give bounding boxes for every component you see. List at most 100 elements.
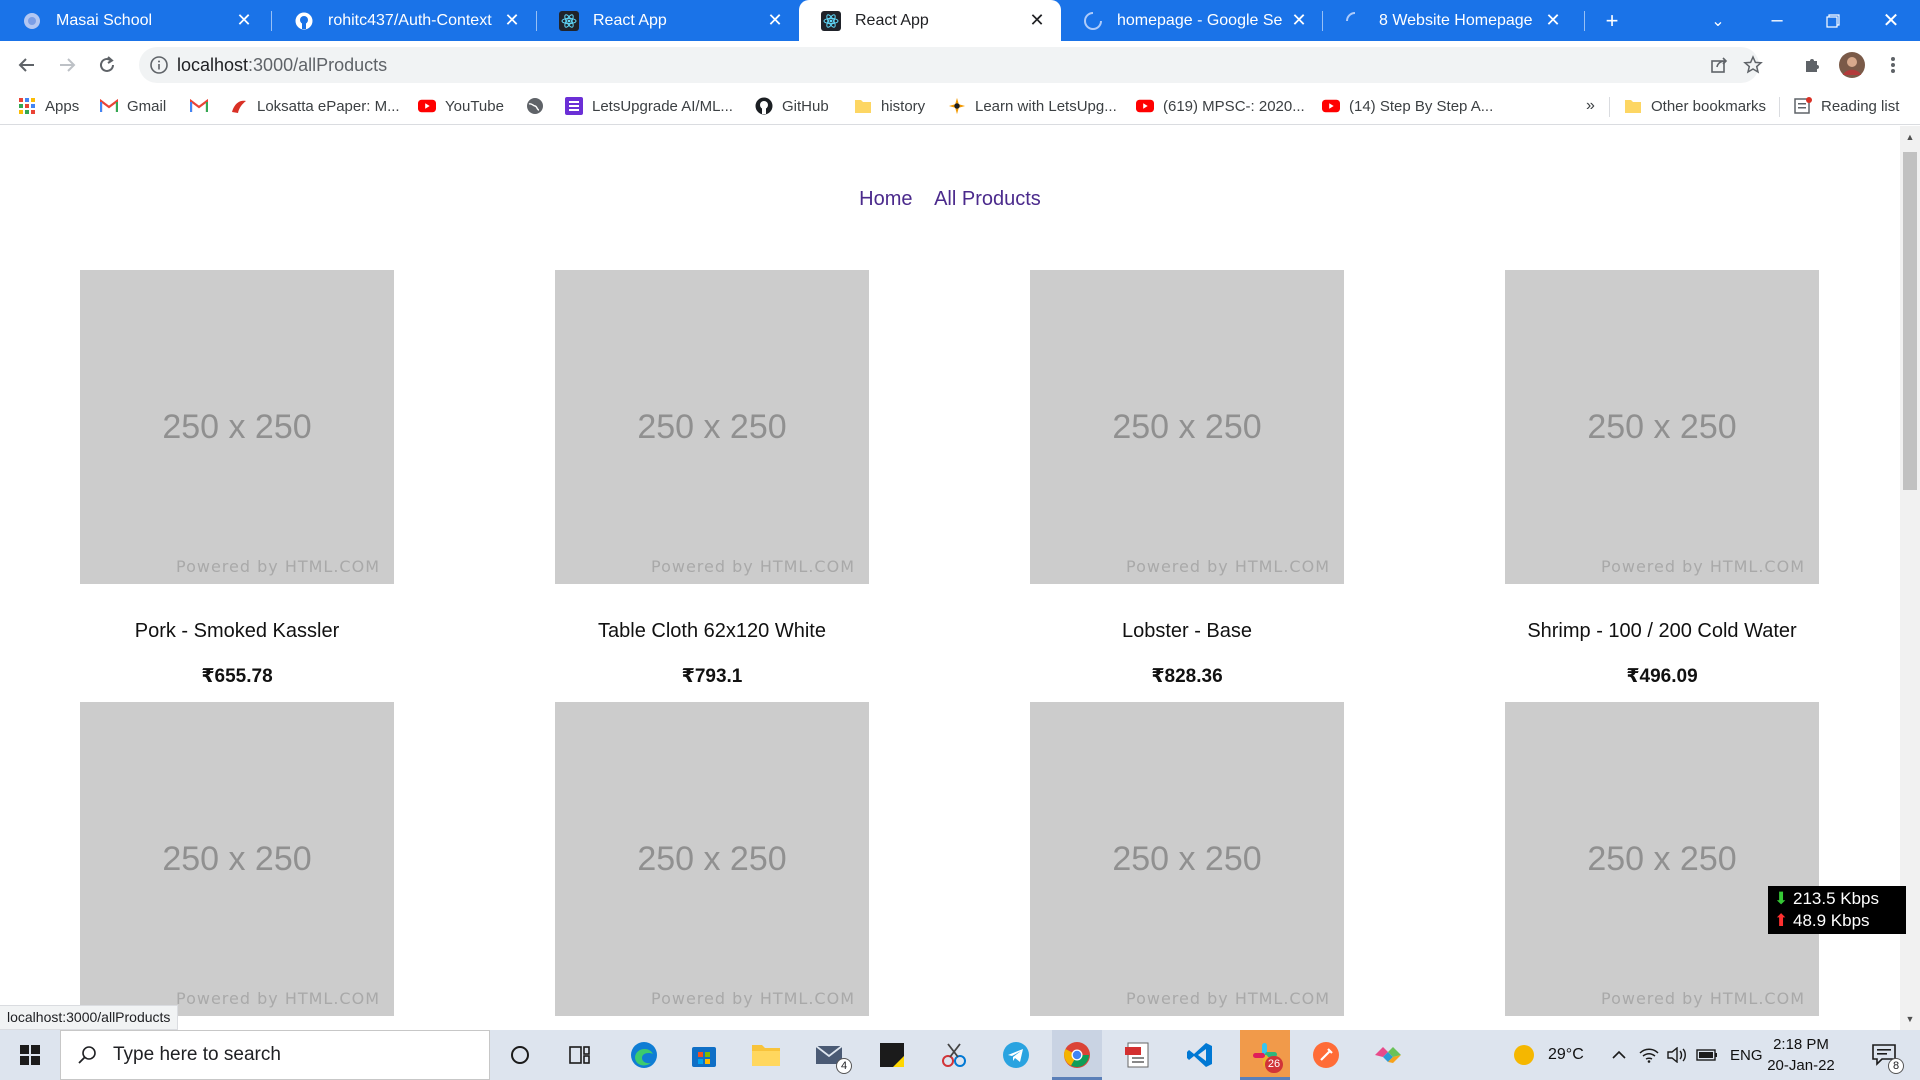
battery-icon[interactable] — [1695, 1030, 1719, 1080]
address-bar[interactable]: localhost:3000/allProducts — [139, 47, 1763, 83]
telegram-icon[interactable] — [992, 1030, 1040, 1080]
product-image-placeholder[interactable]: 250 x 250 Powered by HTML.COM — [80, 702, 394, 1016]
product-image-placeholder[interactable]: 250 x 250 Powered by HTML.COM — [1505, 270, 1819, 584]
product-card[interactable]: 250 x 250 Powered by HTML.COM — [80, 702, 394, 1030]
close-tab-icon[interactable]: ✕ — [502, 10, 522, 31]
task-view-icon[interactable] — [560, 1030, 600, 1080]
reload-icon[interactable] — [91, 49, 123, 81]
close-tab-icon[interactable]: ✕ — [234, 10, 254, 31]
placeholder-dimensions: 250 x 250 — [637, 408, 787, 446]
volume-icon[interactable] — [1666, 1030, 1688, 1080]
bookmark-gmail[interactable]: Gmail — [100, 89, 166, 123]
tab-search-chevron-icon[interactable]: ⌄ — [1700, 0, 1736, 41]
close-tab-icon[interactable]: ✕ — [1027, 10, 1047, 31]
product-card[interactable]: 250 x 250 Powered by HTML.COM Shrimp - 1… — [1505, 270, 1819, 688]
product-image-placeholder[interactable]: 250 x 250 Powered by HTML.COM — [555, 702, 869, 1016]
reading-list[interactable]: Reading list — [1794, 89, 1899, 123]
restore-window-icon[interactable] — [1810, 0, 1856, 41]
slack-badge: 26 — [1265, 1056, 1283, 1073]
tab-masai-school[interactable]: Masai School ✕ — [0, 0, 268, 41]
bookmark-star-icon[interactable] — [1741, 53, 1765, 77]
share-icon[interactable] — [1707, 53, 1731, 77]
product-card[interactable]: 250 x 250 Powered by HTML.COM — [555, 702, 869, 1030]
browser-menu-icon[interactable] — [1877, 49, 1909, 81]
minimize-window-icon[interactable]: – — [1754, 0, 1800, 41]
close-tab-icon[interactable]: ✕ — [1289, 10, 1309, 31]
bookmark-learn-letsupgrade[interactable]: Learn with LetsUpg... — [948, 89, 1117, 123]
snip-sketch-icon[interactable] — [930, 1030, 978, 1080]
product-image-placeholder[interactable]: 250 x 250 Powered by HTML.COM — [80, 270, 394, 584]
forward-arrow-icon[interactable] — [51, 49, 83, 81]
tab-title: 8 Website Homepage Desig — [1379, 11, 1537, 29]
tab-google-search[interactable]: homepage - Google Search ✕ — [1061, 0, 1323, 41]
more-bookmarks-chevron-icon[interactable]: » — [1586, 89, 1595, 123]
edge-browser-icon[interactable] — [620, 1030, 668, 1080]
clock-date: 20-Jan-22 — [1767, 1057, 1835, 1074]
new-tab-button[interactable]: + — [1594, 0, 1630, 41]
product-image-placeholder[interactable]: 250 x 250 Powered by HTML.COM — [1505, 702, 1819, 1016]
bookmark-label: YouTube — [445, 97, 504, 115]
kite-app-icon[interactable] — [1364, 1030, 1412, 1080]
scroll-up-arrow-icon[interactable]: ▲ — [1900, 128, 1920, 146]
site-info-icon[interactable] — [149, 55, 169, 75]
scroll-down-arrow-icon[interactable]: ▼ — [1900, 1010, 1920, 1028]
postman-icon[interactable] — [1302, 1030, 1350, 1080]
taskbar-search-box[interactable]: Type here to search — [60, 1030, 490, 1080]
sticky-notes-icon[interactable] — [868, 1030, 916, 1080]
upload-speed: ⬆ 48.9 Kbps — [1774, 911, 1870, 930]
microsoft-store-icon[interactable] — [680, 1030, 728, 1080]
nav-link-home[interactable]: Home — [859, 188, 912, 210]
product-image-placeholder[interactable]: 250 x 250 Powered by HTML.COM — [1030, 270, 1344, 584]
vscode-icon[interactable] — [1176, 1030, 1224, 1080]
pdf-app-icon[interactable] — [1114, 1030, 1162, 1080]
bookmark-globe[interactable] — [526, 89, 553, 123]
youtube-icon — [1136, 97, 1154, 115]
product-card[interactable]: 250 x 250 Powered by HTML.COM — [1030, 702, 1344, 1030]
scrollbar-thumb[interactable] — [1903, 152, 1917, 490]
folder-icon — [1624, 97, 1642, 115]
back-arrow-icon[interactable] — [11, 49, 43, 81]
chrome-taskbar-icon[interactable] — [1052, 1030, 1102, 1080]
tab-homepage-designs[interactable]: 8 Website Homepage Desig ✕ — [1323, 0, 1577, 41]
product-image-placeholder[interactable]: 250 x 250 Powered by HTML.COM — [555, 270, 869, 584]
product-card[interactable]: 250 x 250 Powered by HTML.COM Pork - Smo… — [80, 270, 394, 688]
tab-title: React App — [593, 11, 667, 29]
bookmark-step-by-step-youtube[interactable]: (14) Step By Step A... — [1322, 89, 1493, 123]
bookmark-loksatta[interactable]: Loksatta ePaper: M... — [230, 89, 400, 123]
product-card[interactable]: 250 x 250 Powered by HTML.COM Lobster - … — [1030, 270, 1344, 688]
notification-center-icon[interactable]: 8 — [1864, 1030, 1904, 1080]
tab-react-app-1[interactable]: React App ✕ — [537, 0, 799, 41]
windows-start-icon[interactable] — [10, 1030, 50, 1080]
extensions-puzzle-icon[interactable] — [1796, 49, 1828, 81]
close-tab-icon[interactable]: ✕ — [765, 10, 785, 31]
weather-widget[interactable]: 29°C — [1512, 1030, 1584, 1080]
bookmark-gmail-2[interactable] — [190, 89, 217, 123]
profile-avatar-icon[interactable] — [1836, 49, 1868, 81]
bookmark-youtube[interactable]: YouTube — [418, 89, 504, 123]
product-image-placeholder[interactable]: 250 x 250 Powered by HTML.COM — [1030, 702, 1344, 1016]
product-name: Pork - Smoked Kassler — [134, 620, 340, 642]
letsupgrade-icon — [948, 97, 966, 115]
cortana-circle-icon[interactable] — [500, 1030, 540, 1080]
show-hidden-icons-chevron-icon[interactable] — [1608, 1030, 1630, 1080]
file-explorer-icon[interactable] — [742, 1030, 790, 1080]
close-tab-icon[interactable]: ✕ — [1543, 10, 1563, 31]
tab-auth-context[interactable]: rohitc437/Auth-Context ✕ — [272, 0, 536, 41]
bookmark-github[interactable]: GitHub — [755, 89, 829, 123]
bookmark-mpsc-youtube[interactable]: (619) MPSC-: 2020... — [1136, 89, 1305, 123]
wifi-icon[interactable] — [1638, 1030, 1660, 1080]
nav-link-all-products[interactable]: All Products — [934, 188, 1041, 210]
system-clock[interactable]: 2:18 PM 20-Jan-22 — [1756, 1034, 1846, 1076]
mail-icon[interactable]: 4 — [806, 1030, 854, 1080]
close-window-icon[interactable]: ✕ — [1868, 0, 1914, 41]
bookmark-history-folder[interactable]: history — [854, 89, 925, 123]
tab-react-app-active[interactable]: React App ✕ — [799, 0, 1061, 41]
product-card[interactable]: 250 x 250 Powered by HTML.COM Table Clot… — [555, 270, 869, 688]
bookmark-apps[interactable]: Apps — [18, 89, 79, 123]
placeholder-dimensions: 250 x 250 — [162, 840, 312, 878]
slack-icon[interactable]: 26 — [1240, 1030, 1290, 1080]
bookmark-letsupgrade-aiml[interactable]: LetsUpgrade AI/ML... — [565, 89, 733, 123]
product-card[interactable]: 250 x 250 Powered by HTML.COM — [1505, 702, 1819, 1030]
other-bookmarks[interactable]: Other bookmarks — [1624, 89, 1766, 123]
notification-badge: 8 — [1888, 1058, 1904, 1074]
